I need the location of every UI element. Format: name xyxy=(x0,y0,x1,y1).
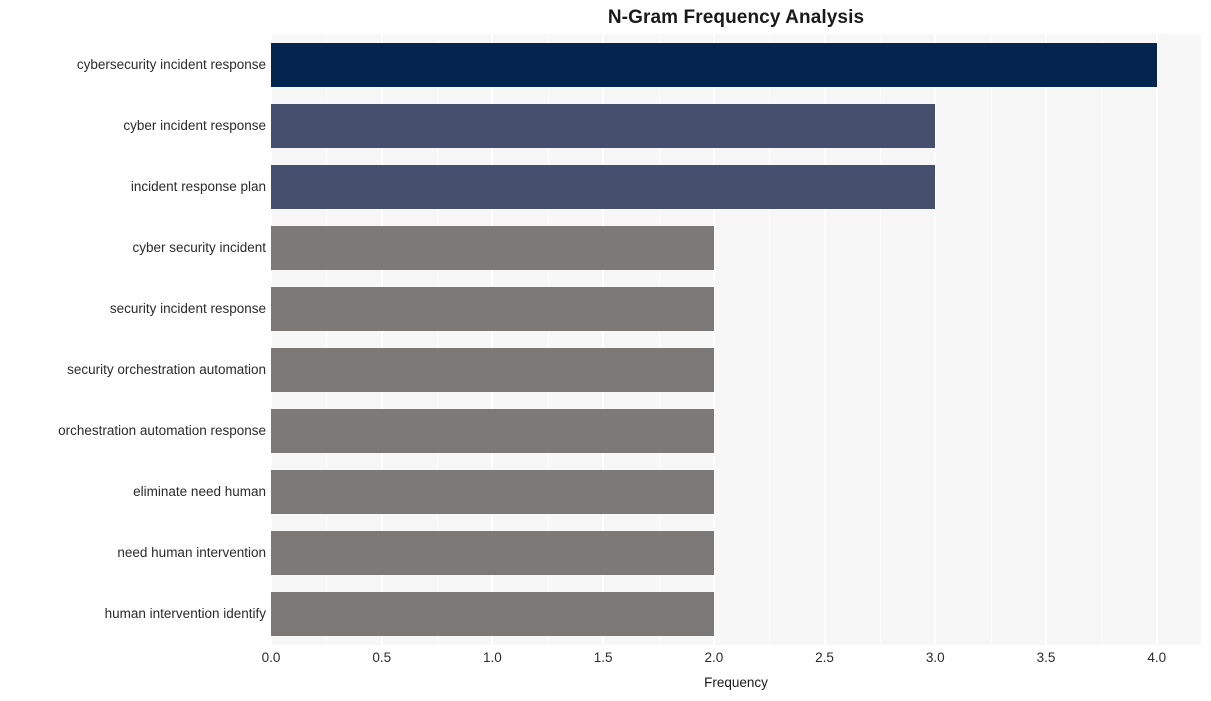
y-axis-tick-label: cyber security incident xyxy=(132,239,266,255)
bar[interactable] xyxy=(271,225,714,270)
x-axis-title: Frequency xyxy=(704,675,768,690)
bar[interactable] xyxy=(271,348,714,393)
bar[interactable] xyxy=(271,470,714,515)
bar-row xyxy=(271,584,1201,645)
bar-row xyxy=(271,217,1201,278)
bar[interactable] xyxy=(271,103,936,148)
plot-area xyxy=(271,34,1201,645)
bar[interactable] xyxy=(271,592,714,637)
bar-row xyxy=(271,401,1201,462)
y-axis-tick-label: incident response plan xyxy=(130,178,266,194)
bar[interactable] xyxy=(271,531,714,576)
y-axis-tick-label: cyber incident response xyxy=(123,117,266,133)
x-axis-tick-label: 2.0 xyxy=(704,650,724,665)
y-axis-tick-label: security orchestration automation xyxy=(67,362,266,378)
x-axis-tick-label: 0.0 xyxy=(261,650,281,665)
bar-row xyxy=(271,340,1201,401)
x-axis-tick-label: 3.0 xyxy=(925,650,945,665)
y-axis-tick-label: orchestration automation response xyxy=(58,423,266,439)
chart-figure: N-Gram Frequency Analysis cybersecurity … xyxy=(0,0,1211,701)
bar[interactable] xyxy=(271,409,714,454)
bar[interactable] xyxy=(271,164,936,209)
bar-row xyxy=(271,34,1201,95)
bar-row xyxy=(271,523,1201,584)
bar-row xyxy=(271,462,1201,523)
page-title: N-Gram Frequency Analysis xyxy=(607,7,865,28)
x-axis-tick-label: 1.0 xyxy=(483,650,502,665)
x-axis-tick-label: 3.5 xyxy=(1036,650,1056,665)
x-axis-tick-label: 2.5 xyxy=(815,650,834,665)
bar[interactable] xyxy=(271,42,1157,87)
x-axis-tick-label: 1.5 xyxy=(593,650,613,665)
bar-row xyxy=(271,156,1201,217)
bar-row xyxy=(271,278,1201,339)
x-axis-tick-label: 4.0 xyxy=(1147,650,1167,665)
y-axis-tick-label: security incident response xyxy=(109,300,266,316)
y-axis-tick-label: eliminate need human xyxy=(133,484,266,500)
y-axis-tick-label: human intervention identify xyxy=(104,606,266,622)
y-axis-tick-label: cybersecurity incident response xyxy=(76,56,266,72)
y-axis-tick-label: need human intervention xyxy=(117,545,266,561)
bar-row xyxy=(271,95,1201,156)
bar[interactable] xyxy=(271,286,714,331)
x-axis-tick-label: 0.5 xyxy=(372,650,392,665)
